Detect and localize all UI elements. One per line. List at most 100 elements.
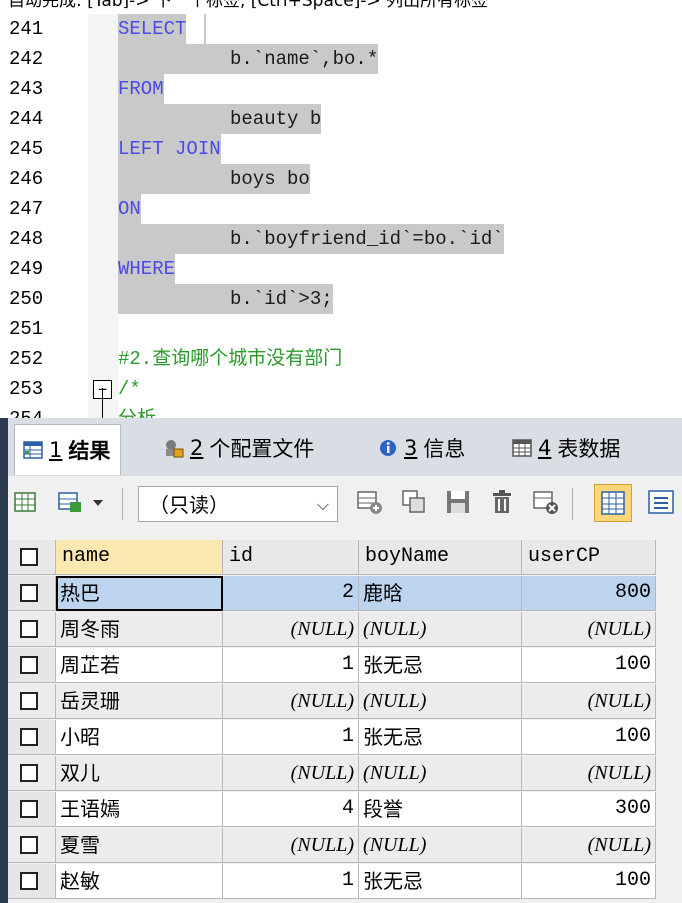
cancel-changes-icon[interactable] [532, 488, 560, 516]
code-line[interactable]: 244 beauty b [0, 104, 682, 134]
table-row[interactable]: 周芷若 1 张无忌 100 [8, 648, 682, 684]
cell-boyname[interactable]: (NULL) [359, 828, 522, 863]
cell-usercp[interactable]: (NULL) [522, 684, 656, 719]
cell-name[interactable]: 夏雪 [56, 828, 223, 863]
export-grid-icon[interactable] [12, 488, 40, 516]
code-line[interactable]: 245 LEFT JOIN [0, 134, 682, 164]
code-line[interactable]: 243 FROM [0, 74, 682, 104]
checkbox-icon[interactable] [20, 692, 38, 710]
cell-boyname[interactable]: 张无忌 [359, 864, 522, 899]
cell-boyname[interactable]: (NULL) [359, 756, 522, 791]
cell-boyname[interactable]: 张无忌 [359, 648, 522, 683]
cell-usercp[interactable]: 100 [522, 648, 656, 683]
row-checkbox-cell[interactable] [8, 828, 56, 863]
code-line[interactable]: 248 b.`boyfriend_id`=bo.`id` [0, 224, 682, 254]
form-view-icon[interactable] [646, 488, 676, 516]
tab-table-data[interactable]: 4 表数据 [512, 428, 620, 468]
cell-id[interactable]: 1 [223, 720, 359, 755]
cell-usercp[interactable]: (NULL) [522, 756, 656, 791]
cell-usercp[interactable]: (NULL) [522, 612, 656, 647]
code-line[interactable]: 241 SELECT [0, 14, 682, 44]
duplicate-row-icon[interactable] [400, 488, 428, 516]
table-row[interactable]: 王语嫣 4 段誉 300 [8, 792, 682, 828]
code-line[interactable]: 251 [0, 314, 682, 344]
cell-id[interactable]: 1 [223, 648, 359, 683]
cell-boyname[interactable]: 张无忌 [359, 720, 522, 755]
table-row[interactable]: 夏雪 (NULL) (NULL) (NULL) [8, 828, 682, 864]
table-row[interactable]: 双儿 (NULL) (NULL) (NULL) [8, 756, 682, 792]
cell-boyname[interactable]: 段誉 [359, 792, 522, 827]
cell-name[interactable]: 岳灵珊 [56, 684, 223, 719]
cell-name[interactable]: 赵敏 [56, 864, 223, 899]
checkbox-icon[interactable] [20, 872, 38, 890]
chevron-down-icon[interactable] [90, 488, 106, 516]
checkbox-icon[interactable] [20, 728, 38, 746]
cell-id[interactable]: 4 [223, 792, 359, 827]
checkbox-icon[interactable] [20, 800, 38, 818]
cell-boyname[interactable]: 鹿晗 [359, 576, 522, 611]
row-checkbox-cell[interactable] [8, 684, 56, 719]
insert-row-icon[interactable] [356, 488, 384, 516]
code-line[interactable]: 246 boys bo [0, 164, 682, 194]
checkbox-icon[interactable] [20, 764, 38, 782]
code-line[interactable]: 252 #2.查询哪个城市没有部门 [0, 344, 682, 374]
code-line[interactable]: 249 WHERE [0, 254, 682, 284]
column-header-usercp[interactable]: userCP [522, 540, 656, 575]
cell-name[interactable]: 双儿 [56, 756, 223, 791]
select-all-checkbox-cell[interactable] [8, 540, 56, 575]
table-row[interactable]: 赵敏 1 张无忌 100 [8, 864, 682, 900]
row-checkbox-cell[interactable] [8, 864, 56, 899]
checkbox-icon[interactable] [20, 548, 38, 566]
cell-usercp[interactable]: 800 [522, 576, 656, 611]
column-header-boyname[interactable]: boyName [359, 540, 522, 575]
row-checkbox-cell[interactable] [8, 720, 56, 755]
tab-info[interactable]: 3 信息 [378, 428, 465, 468]
cell-name[interactable]: 热巴 [56, 576, 223, 611]
table-row[interactable]: 岳灵珊 (NULL) (NULL) (NULL) [8, 684, 682, 720]
cell-usercp[interactable]: 100 [522, 864, 656, 899]
cell-usercp[interactable]: 300 [522, 792, 656, 827]
row-checkbox-cell[interactable] [8, 576, 56, 611]
cell-id[interactable]: (NULL) [223, 612, 359, 647]
table-row[interactable]: 周冬雨 (NULL) (NULL) (NULL) [8, 612, 682, 648]
tab-result[interactable]: 1 结果 [14, 424, 122, 475]
delete-icon[interactable] [488, 488, 516, 516]
cell-usercp[interactable]: (NULL) [522, 828, 656, 863]
table-row[interactable]: 热巴 2 鹿晗 800 [8, 576, 682, 612]
cell-id[interactable]: (NULL) [223, 828, 359, 863]
column-header-name[interactable]: name [56, 540, 223, 575]
row-checkbox-cell[interactable] [8, 756, 56, 791]
cell-name[interactable]: 周芷若 [56, 648, 223, 683]
tab-number: 2 [190, 436, 204, 460]
cell-id[interactable]: 1 [223, 864, 359, 899]
row-checkbox-cell[interactable] [8, 648, 56, 683]
readonly-mode-select[interactable]: （只读） ⌵ [138, 486, 338, 522]
cell-name[interactable]: 王语嫣 [56, 792, 223, 827]
code-line[interactable]: 242 b.`name`,bo.* [0, 44, 682, 74]
grid-view-icon[interactable] [594, 484, 632, 522]
row-checkbox-cell[interactable] [8, 792, 56, 827]
cell-name[interactable]: 小昭 [56, 720, 223, 755]
cell-name[interactable]: 周冬雨 [56, 612, 223, 647]
code-line[interactable]: 250 b.`id`>3; [0, 284, 682, 314]
table-row[interactable]: 小昭 1 张无忌 100 [8, 720, 682, 756]
checkbox-icon[interactable] [20, 656, 38, 674]
column-header-id[interactable]: id [223, 540, 359, 575]
cell-boyname[interactable]: (NULL) [359, 612, 522, 647]
checkbox-icon[interactable] [20, 620, 38, 638]
cell-id[interactable]: (NULL) [223, 684, 359, 719]
line-number: 244 [9, 108, 44, 130]
checkbox-icon[interactable] [20, 584, 38, 602]
cell-usercp[interactable]: 100 [522, 720, 656, 755]
checkbox-icon[interactable] [20, 836, 38, 854]
cell-boyname[interactable]: (NULL) [359, 684, 522, 719]
cell-id[interactable]: 2 [223, 576, 359, 611]
cell-id[interactable]: (NULL) [223, 756, 359, 791]
sql-editor[interactable]: 241 SELECT 242 b.`name`,bo.* 243 FROM 24… [0, 14, 682, 418]
code-line[interactable]: 247 ON [0, 194, 682, 224]
save-icon[interactable] [444, 488, 472, 516]
line-number: 245 [9, 138, 44, 160]
tab-profiles[interactable]: 2 个配置文件 [164, 428, 314, 468]
copy-rows-icon[interactable] [56, 488, 84, 516]
row-checkbox-cell[interactable] [8, 612, 56, 647]
